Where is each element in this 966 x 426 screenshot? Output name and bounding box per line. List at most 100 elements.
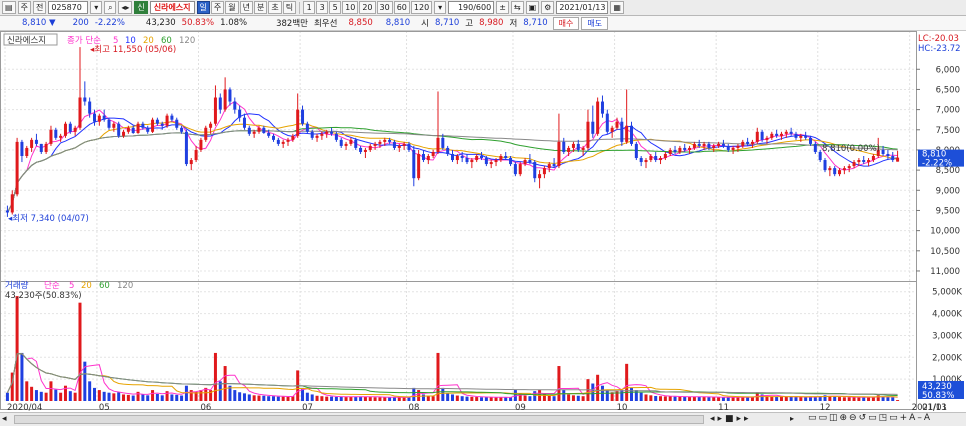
search-icon[interactable]: ⌕ [104,1,117,14]
x-tick-label: 11 [718,403,729,412]
zoom-icon[interactable]: ± [496,1,509,14]
volume-bar [383,397,387,401]
volume-bar [799,397,803,401]
chevron-down-icon[interactable]: ▾ [434,1,447,14]
candle-body [354,139,358,148]
period-tab-2[interactable]: 월 [225,1,239,14]
board-select[interactable]: 전 [32,1,47,14]
price-tick-label: 9,500 [936,206,960,216]
price-ma-legend-120: 120 [179,36,195,46]
sell-button[interactable]: 매도 [581,16,609,30]
volume-bar [731,397,735,401]
volume-ma-legend-120: 120 [117,281,133,291]
period-tab-1[interactable]: 주 [210,1,225,14]
candle-body [765,137,769,140]
scroll-right-icon[interactable]: ▸ [790,414,794,423]
volume-bar [736,397,740,401]
volume-bar [281,396,285,401]
candle-body [460,156,464,159]
grid-icon[interactable]: ▤ [2,1,16,14]
hc-label: HC:-23.72 [918,44,961,54]
candle-body [276,139,280,144]
price-volume-chart[interactable]: 11,00010,50010,0009,5009,0008,5008,0007,… [0,31,966,412]
candle-body [30,139,34,148]
candle-body [122,131,126,136]
candle-body [615,121,619,128]
code-input[interactable]: 025870 [48,1,89,14]
interval-button-60[interactable]: 60 [393,1,410,14]
buy-button[interactable]: 매수 [552,16,580,30]
candle-body [842,168,846,171]
x-tick-label: 09 [515,403,526,412]
price-tick-label: 7,500 [936,126,960,136]
candle-body [267,133,271,136]
volume-bar [151,390,155,401]
interval-button-120[interactable]: 120 [410,1,433,14]
scroll-left-icon[interactable]: ◂ [2,414,7,424]
x-tick-label: 07 [302,403,313,412]
candle-body [480,156,484,159]
period-tab-5[interactable]: 초 [268,1,282,14]
candle-body [155,119,159,124]
volume-bar [678,396,682,401]
save-icon[interactable]: ▣ [525,1,540,14]
chart-scrollbar[interactable]: ◂ ◂▸■▸▸ ▸ ▭▭◫⊕⊖↺▭◳▭+A–A [0,412,966,426]
interval-button-1[interactable]: 1 [303,1,316,14]
period-tab-6[interactable]: 틱 [282,1,297,14]
candle-body [455,156,459,161]
volume-bar [344,397,348,401]
date-input[interactable]: 2021/01/13 [556,1,609,14]
volume-bar [73,392,77,401]
candle-body [518,164,522,175]
calendar-icon[interactable]: ▦ [610,1,624,14]
period-tab-0[interactable]: 일 [196,1,210,14]
candle-body [779,133,783,136]
candle-body [538,174,542,179]
candle-body [489,162,493,165]
volume-bar [702,397,706,401]
x-tick-label: 10 [617,403,628,412]
interval-button-5[interactable]: 5 [329,1,342,14]
gear-icon[interactable]: ⚙ [541,1,555,14]
candle-body [175,119,179,128]
volume-ma-legend-60: 60 [99,281,110,291]
market-select[interactable]: 주 [17,1,31,14]
candle-body [112,123,116,128]
zoom-tools-icon[interactable]: ▭▭◫⊕⊖↺▭◳▭+A–A [808,413,932,423]
volume-bar [54,389,58,401]
candle-body [746,141,750,144]
candle-body [383,139,387,142]
candle-body [688,147,692,150]
volume-bar [373,397,377,401]
interval-button-10[interactable]: 10 [342,1,359,14]
x-axis-current-date: 01/13 [922,403,947,412]
compare-icon[interactable]: ⇆ [510,1,524,14]
candle-body [886,153,890,156]
volume-bar [199,390,203,401]
volume-bar [170,394,174,401]
interval-button-30[interactable]: 30 [376,1,393,14]
price-tick-label: 10,000 [930,227,960,237]
candle-body [654,156,658,161]
current-rate-axis-label: -2.22% [922,159,952,169]
period-tab-3[interactable]: 년 [239,1,254,14]
interval-button-20[interactable]: 20 [359,1,376,14]
chart-background [0,31,916,412]
history-icon[interactable]: ◂▸ [118,1,133,14]
candle-body [131,127,135,134]
scroll-track[interactable] [14,415,704,424]
candle-body [813,143,817,152]
period-tab-4[interactable]: 분 [254,1,268,14]
count-input[interactable]: 190/600 [448,1,495,14]
chevron-down-icon[interactable]: ▾ [90,1,103,14]
volume-bar [630,387,633,401]
volume-bar [213,352,217,401]
candle-body [388,139,392,142]
interval-button-3[interactable]: 3 [316,1,329,14]
candle-body [426,156,430,161]
candle-body [736,145,740,148]
playback-controls-icon[interactable]: ◂▸■▸▸ [710,414,752,424]
volume-bar [397,397,401,401]
candle-body [170,115,174,120]
volume-bar [412,387,416,401]
